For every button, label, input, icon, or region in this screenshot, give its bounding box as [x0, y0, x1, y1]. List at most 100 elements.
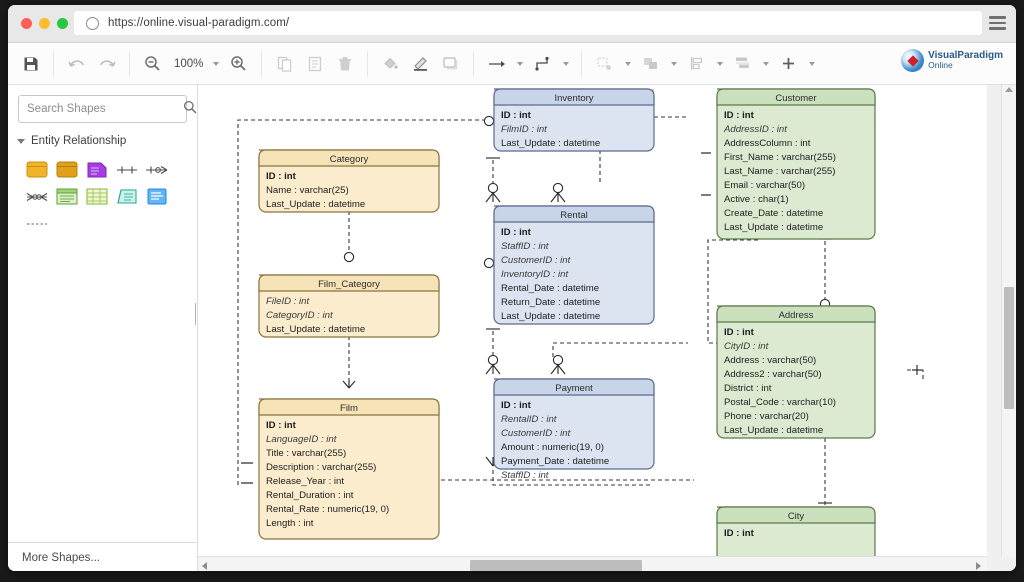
shape-entity[interactable] [22, 156, 52, 183]
add-button[interactable] [775, 51, 802, 77]
shape-format-button[interactable] [591, 51, 618, 77]
scroll-left-arrow-icon[interactable] [202, 562, 207, 570]
entity-attribute: Release_Year : int [266, 476, 344, 487]
entity-attribute: StaffID : int [501, 241, 549, 252]
minimize-window-button[interactable] [39, 18, 50, 29]
entity-attribute: StaffID : int [501, 470, 549, 481]
connector-payment-right [552, 342, 688, 357]
entity-attribute: Last_Update : datetime [724, 425, 823, 436]
entity-customer[interactable]: Customer ID : int AddressID : int Addres… [716, 88, 876, 240]
shape-format-caret[interactable] [621, 51, 634, 77]
browser-menu-icon[interactable] [989, 16, 1006, 30]
line-style-caret[interactable] [513, 51, 526, 77]
canvas-horizontal-scrollbar[interactable] [198, 556, 987, 571]
section-entity-relationship[interactable]: Entity Relationship [8, 123, 197, 153]
entity-attribute: ID : int [724, 327, 755, 338]
redo-button[interactable] [93, 51, 120, 77]
save-button[interactable] [17, 51, 44, 77]
more-shapes-button[interactable]: More Shapes... [8, 542, 197, 571]
zoom-level-label: 100% [174, 57, 204, 70]
shadow-button[interactable] [437, 51, 464, 77]
chevron-down-icon [17, 138, 25, 144]
fill-color-button[interactable] [377, 51, 404, 77]
search-icon [183, 100, 197, 119]
entity-attribute: ID : int [501, 227, 532, 238]
shape-many-to-many-connector[interactable] [22, 183, 52, 210]
horizontal-scroll-thumb[interactable] [470, 560, 642, 571]
scroll-up-arrow-icon[interactable] [1005, 87, 1013, 92]
entity-city[interactable]: City ID : int [716, 506, 876, 557]
shape-table[interactable] [52, 183, 82, 210]
entity-film-category[interactable]: Film_Category FileID : int CategoryID : … [258, 274, 440, 338]
shape-weak-entity[interactable] [52, 156, 82, 183]
connector-style-caret[interactable] [559, 51, 572, 77]
entity-attribute: Phone : varchar(20) [724, 411, 809, 422]
entity-attribute: ID : int [501, 400, 532, 411]
align-button[interactable] [683, 51, 710, 77]
entity-title: Film_Category [318, 279, 380, 290]
entity-attribute: ID : int [266, 171, 297, 182]
close-window-button[interactable] [21, 18, 32, 29]
distribute-caret[interactable] [759, 51, 772, 77]
diagram-canvas-area: Inventory ID : int FilmID : int Last_Upd… [198, 85, 1016, 571]
shape-one-to-one-connector[interactable] [112, 156, 142, 183]
address-bar[interactable]: https://online.visual-paradigm.com/ [74, 11, 982, 35]
app-toolbar: 100% VisualParadigm Online [8, 43, 1016, 85]
zoom-in-button[interactable] [225, 51, 252, 77]
entity-attribute: Postal_Code : varchar(10) [724, 397, 836, 408]
search-input[interactable] [19, 102, 183, 116]
zoom-dropdown-caret[interactable] [209, 51, 222, 77]
delete-button[interactable] [331, 51, 358, 77]
search-shapes-field[interactable] [18, 95, 197, 123]
browser-chrome: https://online.visual-paradigm.com/ [8, 5, 1016, 43]
entity-attribute: Rental_Duration : int [266, 490, 354, 501]
vertical-scroll-thumb[interactable] [1004, 287, 1014, 409]
scroll-right-arrow-icon[interactable] [976, 562, 981, 570]
add-caret[interactable] [805, 51, 818, 77]
entity-payment[interactable]: Payment ID : int RentalID : int Customer… [493, 378, 655, 481]
shape-document[interactable] [142, 183, 172, 210]
undo-button[interactable] [63, 51, 90, 77]
entity-title: Category [330, 154, 369, 165]
window-controls[interactable] [21, 18, 68, 29]
entity-attribute: First_Name : varchar(255) [724, 152, 836, 163]
entity-attribute: District : int [724, 383, 772, 394]
entity-attribute: Payment_Date : datetime [501, 456, 609, 467]
shape-view[interactable] [112, 183, 142, 210]
entity-inventory[interactable]: Inventory ID : int FilmID : int Last_Upd… [493, 88, 655, 152]
connector-style-button[interactable] [529, 51, 556, 77]
distribute-button[interactable] [729, 51, 756, 77]
entity-attribute: Name : varchar(25) [266, 185, 349, 196]
copy-button[interactable] [271, 51, 298, 77]
entity-attribute: Address2 : varchar(50) [724, 369, 822, 380]
entity-attribute: LanguageID : int [266, 434, 337, 445]
line-color-button[interactable] [407, 51, 434, 77]
align-caret[interactable] [713, 51, 726, 77]
line-style-button[interactable] [483, 51, 510, 77]
entity-attribute: Last_Update : datetime [501, 311, 600, 322]
shape-one-to-many-connector[interactable] [142, 156, 172, 183]
shape-note[interactable] [82, 156, 112, 183]
canvas-vertical-scrollbar[interactable] [1001, 85, 1016, 557]
group-button[interactable] [637, 51, 664, 77]
zoom-out-button[interactable] [139, 51, 166, 77]
entity-film[interactable]: Film ID : int LanguageID : int Title : v… [258, 398, 440, 540]
shape-dashed-connector[interactable] [22, 210, 52, 237]
diagram-canvas[interactable]: Inventory ID : int FilmID : int Last_Upd… [198, 85, 987, 557]
visual-paradigm-mark-icon [901, 49, 925, 72]
group-caret[interactable] [667, 51, 680, 77]
entity-attribute: RentalID : int [501, 414, 557, 425]
entity-attribute: Length : int [266, 518, 314, 529]
entity-attribute: ID : int [724, 110, 755, 121]
paste-button[interactable] [301, 51, 328, 77]
entity-address[interactable]: Address ID : int CityID : int Address : … [716, 305, 876, 439]
entity-attribute: Description : varchar(255) [266, 462, 376, 473]
shape-grid[interactable] [82, 183, 112, 210]
entity-attribute: ID : int [266, 420, 297, 431]
connector-address-stub [907, 369, 924, 380]
entity-rental[interactable]: Rental ID : int StaffID : int CustomerID… [493, 205, 655, 325]
toolbar-group-history [54, 50, 130, 77]
entity-attribute: ID : int [724, 528, 755, 539]
maximize-window-button[interactable] [57, 18, 68, 29]
entity-category[interactable]: Category ID : int Name : varchar(25) Las… [258, 149, 440, 213]
